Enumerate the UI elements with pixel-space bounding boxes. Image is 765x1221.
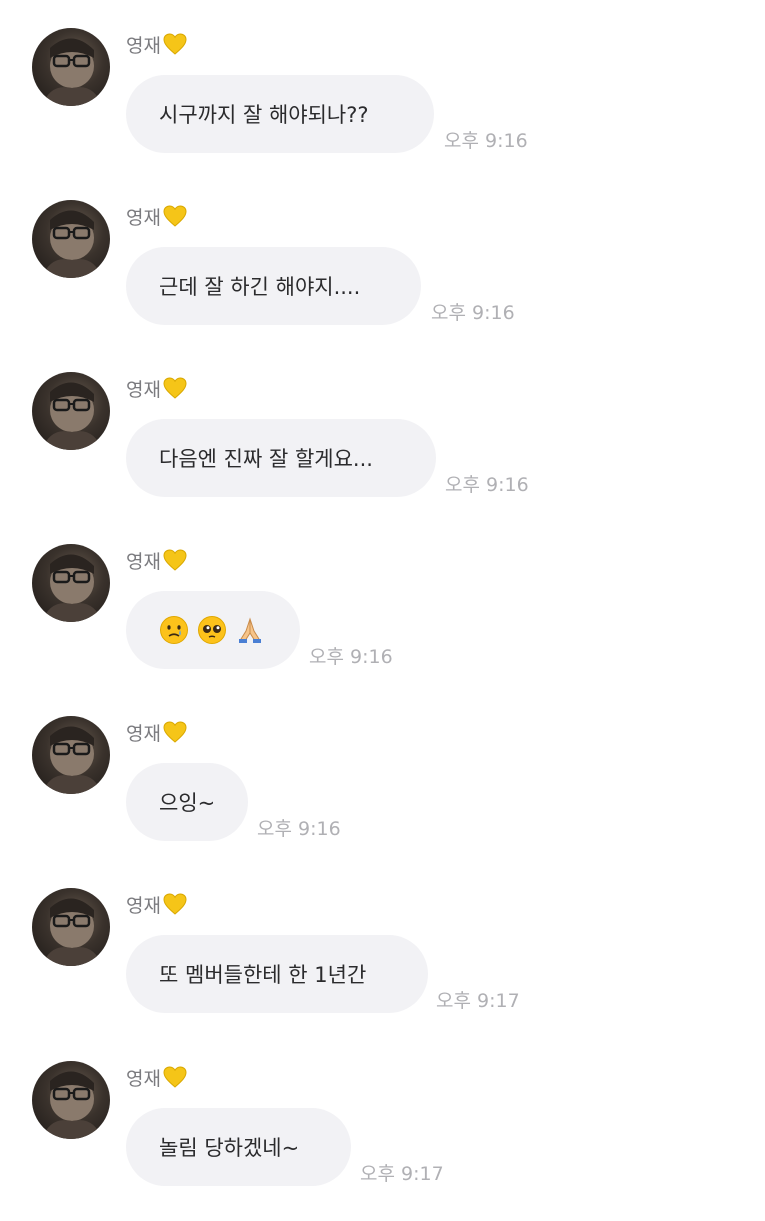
sender-name: 영재 <box>126 377 187 406</box>
avatar[interactable] <box>32 372 110 450</box>
message-text: 또 멤버들한테 한 1년간 <box>159 963 367 987</box>
message-bubble[interactable]: 또 멤버들한테 한 1년간 <box>126 935 428 1013</box>
message-text: 으잉~ <box>159 791 216 815</box>
message-item: 영재 놀림 당하겠네~ 오후 9:17 <box>0 1061 765 1221</box>
message-time: 오후 9:16 <box>309 646 393 668</box>
message-bubble[interactable] <box>126 591 300 669</box>
message-item: 영재 다음엔 진짜 잘 할게요... 오후 9:16 <box>0 372 765 532</box>
message-time: 오후 9:17 <box>436 990 520 1012</box>
message-time: 오후 9:17 <box>360 1163 444 1185</box>
message-text: 다음엔 진짜 잘 할게요... <box>159 447 373 471</box>
message-bubble[interactable]: 다음엔 진짜 잘 할게요... <box>126 419 436 497</box>
message-bubble[interactable]: 놀림 당하겠네~ <box>126 1108 351 1186</box>
message-text: 놀림 당하겠네~ <box>159 1136 300 1160</box>
pleading-face-icon <box>197 615 227 645</box>
chat-thread: 영재 시구까지 잘 해야되나?? 오후 9:16 영재 근데 잘 하긴 해야지.… <box>0 0 765 1200</box>
yellow-heart-icon <box>163 377 187 406</box>
emoji-row <box>159 615 265 645</box>
yellow-heart-icon <box>163 893 187 922</box>
message-bubble[interactable]: 시구까지 잘 해야되나?? <box>126 75 434 153</box>
avatar[interactable] <box>32 200 110 278</box>
sender-name: 영재 <box>126 893 187 922</box>
crying-face-icon <box>159 615 189 645</box>
message-time: 오후 9:16 <box>444 130 528 152</box>
message-item: 영재 으잉~ 오후 9:16 <box>0 716 765 876</box>
message-time: 오후 9:16 <box>431 302 515 324</box>
message-time: 오후 9:16 <box>445 474 529 496</box>
sender-label: 영재 <box>126 379 161 401</box>
message-text: 시구까지 잘 해야되나?? <box>159 103 369 127</box>
yellow-heart-icon <box>163 549 187 578</box>
message-item: 영재 근데 잘 하긴 해야지.... 오후 9:16 <box>0 200 765 360</box>
message-item: 영재 오후 9:16 <box>0 544 765 704</box>
yellow-heart-icon <box>163 205 187 234</box>
yellow-heart-icon <box>163 1066 187 1095</box>
avatar[interactable] <box>32 1061 110 1139</box>
sender-name: 영재 <box>126 721 187 750</box>
message-text: 근데 잘 하긴 해야지.... <box>159 275 361 299</box>
sender-label: 영재 <box>126 207 161 229</box>
sender-name: 영재 <box>126 205 187 234</box>
sender-label: 영재 <box>126 895 161 917</box>
message-item: 영재 또 멤버들한테 한 1년간 오후 9:17 <box>0 888 765 1048</box>
sender-label: 영재 <box>126 35 161 57</box>
sender-label: 영재 <box>126 723 161 745</box>
sender-label: 영재 <box>126 1068 161 1090</box>
yellow-heart-icon <box>163 33 187 62</box>
message-bubble[interactable]: 근데 잘 하긴 해야지.... <box>126 247 421 325</box>
sender-label: 영재 <box>126 551 161 573</box>
sender-name: 영재 <box>126 33 187 62</box>
sender-name: 영재 <box>126 1066 187 1095</box>
folded-hands-icon <box>235 615 265 645</box>
avatar[interactable] <box>32 28 110 106</box>
avatar[interactable] <box>32 888 110 966</box>
avatar[interactable] <box>32 716 110 794</box>
message-item: 영재 시구까지 잘 해야되나?? 오후 9:16 <box>0 28 765 188</box>
sender-name: 영재 <box>126 549 187 578</box>
yellow-heart-icon <box>163 721 187 750</box>
avatar[interactable] <box>32 544 110 622</box>
message-time: 오후 9:16 <box>257 818 341 840</box>
message-bubble[interactable]: 으잉~ <box>126 763 248 841</box>
